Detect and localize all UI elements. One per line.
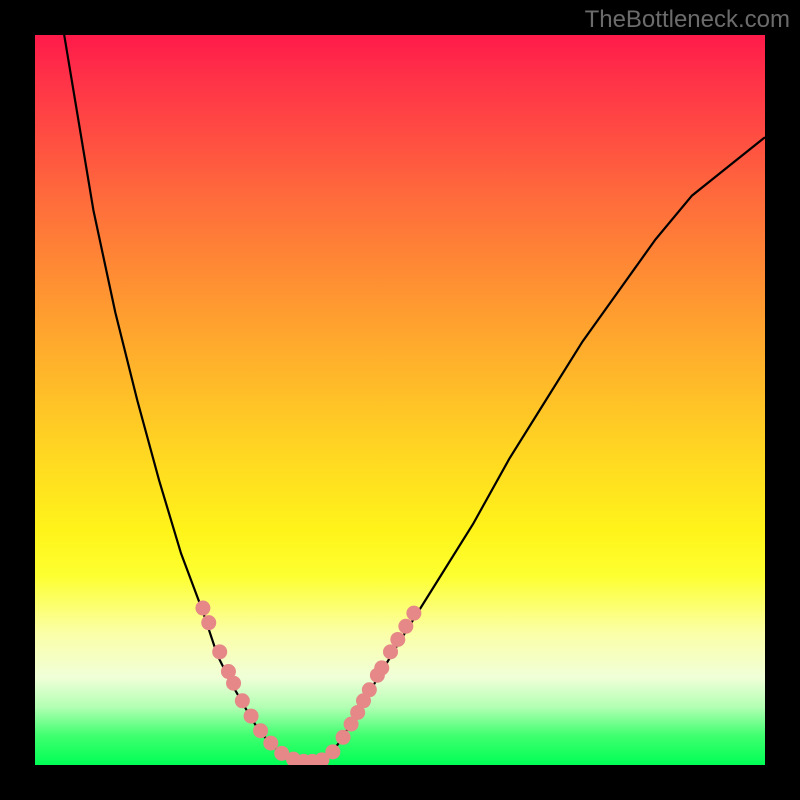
- marker-dot: [195, 601, 210, 616]
- curve-overlay: [35, 35, 765, 765]
- marker-dot: [244, 709, 259, 724]
- marker-dot: [362, 682, 377, 697]
- marker-dot: [374, 660, 389, 675]
- marker-dot: [201, 615, 216, 630]
- bottleneck-curve: [64, 35, 765, 761]
- marker-dot: [212, 644, 227, 659]
- marker-points: [195, 601, 421, 765]
- marker-dot: [406, 606, 421, 621]
- marker-dot: [226, 676, 241, 691]
- marker-dot: [325, 744, 340, 759]
- chart-container: TheBottleneck.com: [0, 0, 800, 800]
- watermark-text: TheBottleneck.com: [585, 6, 790, 34]
- marker-dot: [336, 730, 351, 745]
- marker-dot: [398, 619, 413, 634]
- plot-area: [35, 35, 765, 765]
- marker-dot: [235, 693, 250, 708]
- marker-dot: [390, 632, 405, 647]
- marker-dot: [253, 723, 268, 738]
- marker-dot: [263, 736, 278, 751]
